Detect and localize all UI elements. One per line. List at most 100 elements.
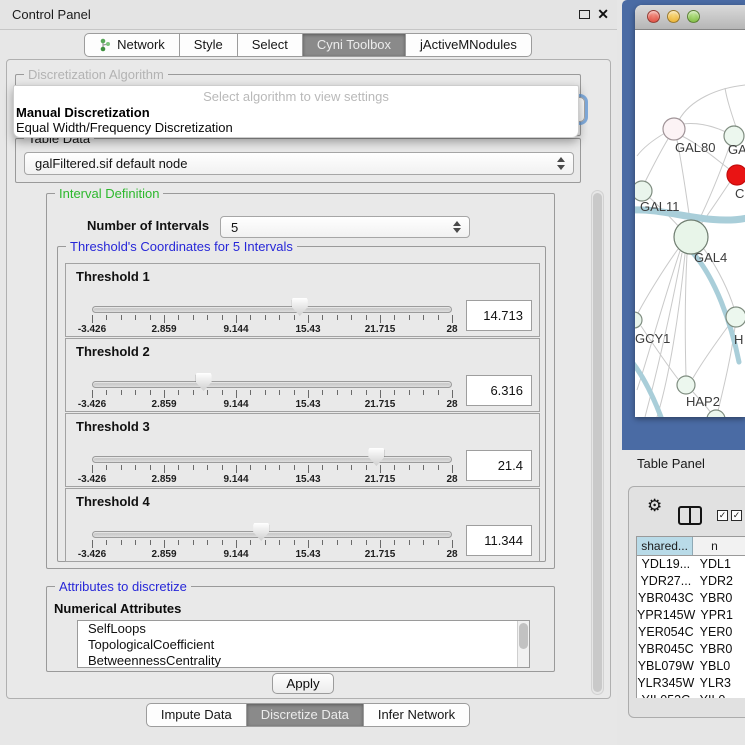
slider-tick (423, 465, 424, 470)
cell-name[interactable]: YER0 (695, 624, 745, 641)
cell-name[interactable]: YIL0 (695, 692, 745, 698)
slider-tick (366, 540, 367, 545)
cyni-toolbox-content: Discretization Algorithm Select algorith… (6, 59, 611, 699)
threshold-2-value-field[interactable]: 6.316 (466, 375, 532, 406)
tab-infer-network[interactable]: Infer Network (363, 703, 470, 727)
list-scrollbar[interactable] (517, 621, 529, 667)
slider-tick (452, 315, 453, 323)
network-node[interactable] (635, 312, 642, 328)
number-of-intervals-select[interactable]: 5 (220, 216, 470, 238)
cell-shared-name[interactable]: YER054C (637, 624, 695, 641)
network-node[interactable] (635, 181, 652, 201)
table-row[interactable]: YPR145WYPR1 (637, 607, 745, 624)
slider-tick (279, 315, 280, 320)
content-scrollbar[interactable] (591, 190, 604, 695)
cell-name[interactable]: YDR2 (695, 573, 745, 590)
slider-tick (337, 540, 338, 545)
network-window-titlebar[interactable] (635, 5, 745, 30)
slider-tick (423, 315, 424, 320)
slider-tick (409, 390, 410, 395)
column-header-name[interactable]: n (693, 537, 745, 555)
network-node[interactable] (726, 307, 745, 327)
attributes-group-title: Attributes to discretize (55, 579, 191, 594)
table-row[interactable]: YIL052CYIL0 (637, 692, 745, 698)
table-row[interactable]: YBL079WYBL0 (637, 658, 745, 675)
attribute-list-item[interactable]: SelfLoops (78, 621, 529, 637)
network-canvas[interactable]: GAL80GACGAL11GAL4GCY1HHAP2 (635, 30, 745, 417)
checkbox-icon[interactable]: ✓ (731, 510, 742, 521)
cell-name[interactable]: YBL0 (695, 658, 745, 675)
slider-tick (106, 315, 107, 320)
threshold-1-value-field[interactable]: 14.713 (466, 300, 532, 331)
cell-name[interactable]: YLR3 (695, 675, 745, 692)
attribute-list-item[interactable]: BetweennessCentrality (78, 653, 529, 668)
cell-shared-name[interactable]: YLR345W (637, 675, 695, 692)
checkbox-icon[interactable]: ✓ (717, 510, 728, 521)
algorithm-option-equal-width[interactable]: Equal Width/Frequency Discretization (16, 120, 233, 135)
threshold-1-slider-track[interactable] (92, 306, 452, 313)
table-row[interactable]: YBR043CYBR0 (637, 590, 745, 607)
tab-discretize-data[interactable]: Discretize Data (246, 703, 364, 727)
network-node[interactable] (677, 376, 695, 394)
threshold-3-slider-track[interactable] (92, 456, 452, 463)
cell-name[interactable]: YBR0 (695, 590, 745, 607)
table-columns-icon[interactable] (678, 506, 702, 525)
cell-shared-name[interactable]: YIL052C (637, 692, 695, 698)
threshold-3-value-field[interactable]: 21.4 (466, 450, 532, 481)
network-node[interactable] (727, 165, 745, 185)
close-traffic-light-icon[interactable] (647, 10, 660, 23)
slider-tick (438, 390, 439, 395)
network-node[interactable] (674, 220, 708, 254)
tab-style[interactable]: Style (179, 33, 238, 57)
minimize-traffic-light-icon[interactable] (667, 10, 680, 23)
algorithm-option-manual[interactable]: Manual Discretization (16, 105, 150, 120)
zoom-traffic-light-icon[interactable] (687, 10, 700, 23)
network-node[interactable] (663, 118, 685, 140)
threshold-2-slider-thumb[interactable] (196, 373, 212, 391)
table-row[interactable]: YBR045CYBR0 (637, 641, 745, 658)
threshold-2-slider-track[interactable] (92, 381, 452, 388)
numerical-attributes-list[interactable]: SelfLoopsTopologicalCoefficientBetweenne… (77, 620, 530, 668)
threshold-1-slider-thumb[interactable] (292, 298, 308, 316)
cell-name[interactable]: YBR0 (695, 641, 745, 658)
cell-shared-name[interactable]: YBR043C (637, 590, 695, 607)
slider-tick (409, 540, 410, 545)
network-node-label: GAL4 (694, 250, 727, 265)
slider-tick (178, 390, 179, 395)
threshold-4-slider-thumb[interactable] (253, 523, 269, 541)
cell-name[interactable]: YPR1 (695, 607, 745, 624)
float-window-icon[interactable] (579, 10, 590, 19)
slider-tick-label: 28 (446, 324, 457, 335)
table-row[interactable]: YER054CYER0 (637, 624, 745, 641)
cell-shared-name[interactable]: YDR27... (637, 573, 695, 590)
tab-cyni-toolbox[interactable]: Cyni Toolbox (302, 33, 406, 57)
table-row[interactable]: YDL19...YDL1 (637, 556, 745, 573)
cell-shared-name[interactable]: YPR145W (637, 607, 695, 624)
slider-tick (164, 390, 165, 398)
algorithm-dropdown-popup: Select algorithm to view settings Manual… (13, 85, 579, 138)
slider-tick-label: 9.144 (223, 324, 248, 335)
cell-shared-name[interactable]: YBR045C (637, 641, 695, 658)
close-icon[interactable]: ✕ (597, 6, 609, 23)
tab-network[interactable]: Network (84, 33, 180, 57)
threshold-4-value-field[interactable]: 11.344 (466, 525, 532, 556)
table-data-select[interactable]: galFiltered.sif default node (24, 152, 574, 175)
gear-icon[interactable]: ⚙ (647, 496, 662, 516)
tab-select[interactable]: Select (237, 33, 303, 57)
slider-tick (366, 465, 367, 470)
tab-impute-data[interactable]: Impute Data (146, 703, 247, 727)
apply-button[interactable]: Apply (272, 673, 334, 694)
cell-shared-name[interactable]: YDL19... (637, 556, 695, 573)
tab-jactivemnodules[interactable]: jActiveMNodules (405, 33, 532, 57)
table-row[interactable]: YDR27...YDR2 (637, 573, 745, 590)
cell-shared-name[interactable]: YBL079W (637, 658, 695, 675)
threshold-3-slider-thumb[interactable] (368, 448, 384, 466)
column-header-shared[interactable]: shared... (637, 537, 693, 555)
slider-tick (92, 390, 93, 398)
table-row[interactable]: YLR345WYLR3 (637, 675, 745, 692)
attribute-list-item[interactable]: TopologicalCoefficient (78, 637, 529, 653)
slider-tick (121, 465, 122, 470)
slider-tick (366, 315, 367, 320)
threshold-4-slider-track[interactable] (92, 531, 452, 538)
cell-name[interactable]: YDL1 (695, 556, 745, 573)
